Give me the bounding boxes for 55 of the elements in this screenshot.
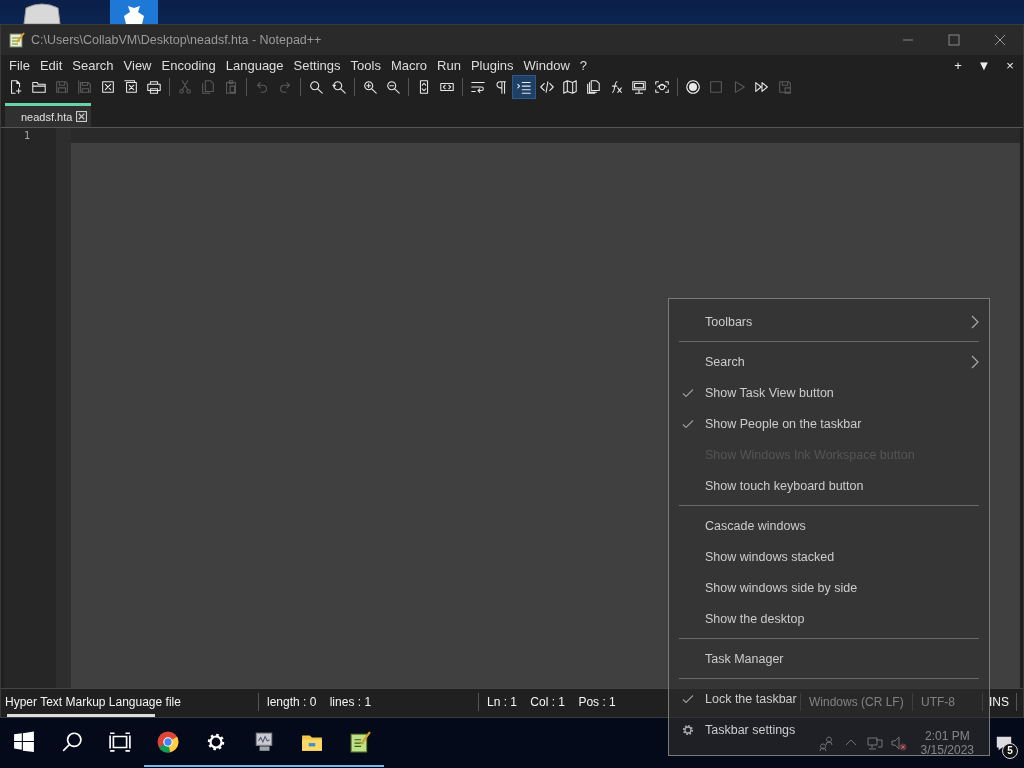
menu-item[interactable]: Search — [67, 57, 119, 73]
settings-icon[interactable] — [205, 731, 227, 753]
context-menu-item[interactable]: Show touch keyboard button — [705, 478, 864, 493]
window-title: C:\Users\CollabVM\Desktop\neadsf.hta - Notepad++ — [31, 33, 322, 47]
notification-count: 5 — [1002, 743, 1018, 759]
status-text: Hyper Text Markup Language file — [1, 692, 259, 711]
context-menu-item[interactable]: Taskbar settings — [705, 722, 796, 737]
tab-control[interactable]: × — [997, 57, 1023, 73]
menu-item[interactable]: Language — [220, 57, 289, 73]
line-number: 1 — [23, 130, 30, 141]
menu-item[interactable]: Tools — [345, 57, 386, 73]
menu-item[interactable]: File — [4, 57, 35, 73]
menu-item[interactable]: Plugins — [465, 57, 519, 73]
indent-guide-icon[interactable] — [513, 76, 535, 98]
volume-muted-icon[interactable] — [890, 735, 907, 751]
file-tab[interactable]: neadsf.hta — [5, 103, 92, 127]
tab-control[interactable]: ▼ — [971, 57, 997, 73]
menu-item[interactable]: Macro — [385, 57, 433, 73]
context-menu-item[interactable]: Lock the taskbar — [705, 691, 797, 706]
browser-icon[interactable] — [157, 731, 179, 753]
status-text: INS — [983, 692, 1017, 711]
people-icon[interactable] — [818, 735, 835, 751]
menu-item[interactable]: Edit — [34, 57, 68, 73]
task-view-icon[interactable] — [109, 731, 131, 753]
clock-date[interactable]: 3/15/2023 — [920, 743, 974, 757]
notepad-icon[interactable] — [349, 731, 371, 753]
context-menu-item[interactable]: Show the desktop — [705, 611, 805, 626]
menu-item[interactable]: ? — [574, 57, 593, 73]
windows-start-icon[interactable] — [13, 731, 35, 753]
close-icon[interactable] — [994, 34, 1006, 46]
context-menu-item[interactable]: Show Task View button — [705, 385, 834, 400]
context-menu-item[interactable]: Cascade windows — [705, 518, 806, 533]
clock-time[interactable]: 2:01 PM — [924, 729, 970, 743]
context-menu-item[interactable]: Search — [705, 354, 745, 369]
status-text: Windows (CR LF) — [801, 692, 913, 711]
search-icon[interactable] — [61, 731, 83, 753]
menu-item[interactable]: View — [118, 57, 157, 73]
menu-item[interactable]: Run — [432, 57, 466, 73]
context-menu-item[interactable]: Show People on the taskbar — [705, 416, 862, 431]
status-text: length : 0 lines : 1 — [259, 692, 479, 711]
network-icon[interactable] — [866, 735, 883, 751]
menu-item[interactable]: Encoding — [156, 57, 221, 73]
context-menu-item[interactable]: Task Manager — [705, 651, 784, 666]
monitor-icon[interactable] — [253, 731, 275, 753]
context-menu-item[interactable]: Show windows stacked — [705, 549, 835, 564]
menu-item[interactable]: Settings — [288, 57, 346, 73]
settings-icon — [682, 723, 694, 736]
notepad-icon — [9, 32, 25, 48]
maximize-icon[interactable] — [948, 34, 960, 46]
tab-control[interactable]: + — [945, 57, 971, 73]
close-tab-icon[interactable] — [76, 111, 88, 122]
context-menu-item[interactable]: Show windows side by side — [705, 580, 858, 595]
menu-item[interactable]: Window — [518, 57, 575, 73]
status-text: UTF-8 — [913, 692, 983, 711]
context-menu-item[interactable]: Toolbars — [705, 314, 753, 329]
